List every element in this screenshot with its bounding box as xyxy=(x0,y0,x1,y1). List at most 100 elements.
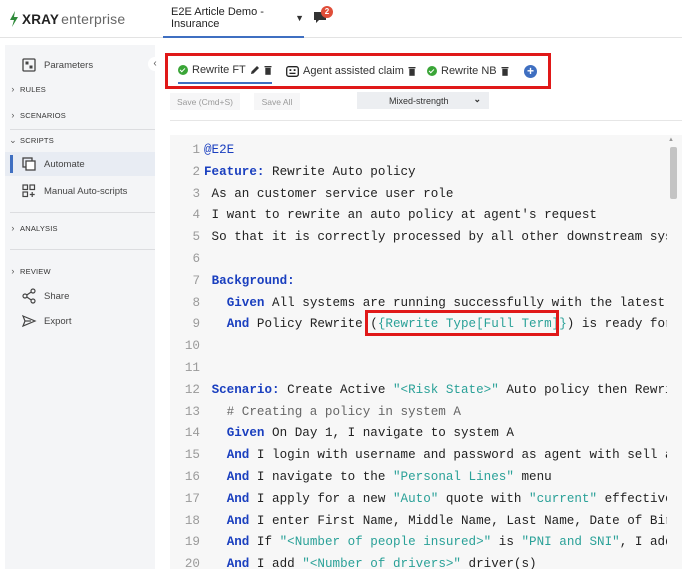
code-editor[interactable]: 20 And I add "<Number of drivers>" drive… xyxy=(170,135,682,569)
code-token: quote with xyxy=(438,491,530,506)
code-line[interactable]: 14 Given On Day 1, I navigate to system … xyxy=(170,423,682,443)
sidebar-section-rules[interactable]: › RULES xyxy=(5,83,155,95)
line-number: 8 xyxy=(192,295,200,310)
code-token: ) is ready for E2E xyxy=(566,317,682,332)
sidebar-item-manual-auto-scripts[interactable]: Manual Auto-scripts xyxy=(5,183,155,199)
sidebar-section-review[interactable]: › REVIEW xyxy=(5,265,155,277)
code-token: And xyxy=(226,317,250,332)
chevron-right-icon: › xyxy=(11,223,15,233)
code-token: Given xyxy=(226,426,265,441)
sidebar-item-automate[interactable]: Automate xyxy=(5,152,155,176)
sidebar-item-label: Automate xyxy=(44,158,85,170)
strength-select[interactable]: Mixed-strength ⌄ xyxy=(357,92,489,109)
add-tab-button[interactable]: + xyxy=(524,65,537,78)
tab-rewrite-nb[interactable]: Rewrite NB xyxy=(427,58,509,84)
chevron-down-icon: ⌄ xyxy=(9,134,17,145)
code-token: Background: xyxy=(211,273,295,288)
code-token: And xyxy=(226,448,250,463)
code-token: Auto policy then Rewrite xyxy=(498,382,682,397)
line-number: 9 xyxy=(192,317,200,332)
save-all-button[interactable]: Save All xyxy=(254,93,300,110)
code-token: I login with username and password as ag… xyxy=(256,448,682,463)
code-line[interactable]: 10 xyxy=(170,336,682,356)
code-token: "Personal Lines" xyxy=(392,470,514,484)
code-token: "<Risk State>" xyxy=(392,382,499,397)
code-token: I apply for a new xyxy=(249,491,393,506)
line-number: 1 xyxy=(192,143,200,157)
copy-icon xyxy=(22,157,36,171)
sidebar-item-export[interactable]: Export xyxy=(5,313,155,329)
code-line[interactable]: 18 And I enter First Name, Middle Name, … xyxy=(170,511,682,531)
code-text: @E2E xyxy=(204,140,234,160)
code-line[interactable]: 7 Background: xyxy=(170,271,682,291)
scrollbar[interactable] xyxy=(667,135,682,569)
tab-rewrite-ft[interactable]: Rewrite FT xyxy=(178,58,272,84)
line-number: 4 xyxy=(192,208,200,223)
line-number: 10 xyxy=(184,339,200,354)
trash-icon[interactable] xyxy=(264,65,272,75)
code-token: @E2E xyxy=(204,143,235,157)
line-number: 20 xyxy=(184,557,200,569)
trash-icon[interactable] xyxy=(501,66,509,76)
code-line[interactable]: 16 And I navigate to the "Personal Lines… xyxy=(170,467,682,487)
line-number: 18 xyxy=(184,513,200,528)
sidebar-item-share[interactable]: Share xyxy=(5,288,155,304)
code-token: And xyxy=(226,513,250,528)
code-line[interactable]: 1 @E2E xyxy=(170,140,682,160)
code-text: Background: xyxy=(204,271,295,291)
save-button[interactable]: Save (Cmd+S) xyxy=(170,93,240,110)
sidebar-item-label: Share xyxy=(44,290,70,302)
code-line[interactable]: 3 As an customer service user role xyxy=(170,184,682,204)
code-line[interactable]: 19 And If "<Number of people insured>" i… xyxy=(170,532,682,552)
tab-label: Rewrite FT xyxy=(192,64,246,76)
code-token: "current" xyxy=(529,491,598,506)
scrollbar-thumb[interactable] xyxy=(670,147,677,199)
parameters-icon xyxy=(22,58,36,72)
code-line[interactable]: 13 # Creating a policy in system A xyxy=(170,402,682,422)
active-indicator xyxy=(10,155,13,173)
tab-label: Agent assisted claim xyxy=(303,65,404,77)
collapse-sidebar-icon[interactable]: ‹ xyxy=(148,57,162,71)
code-line[interactable]: 5 So that it is correctly processed by a… xyxy=(170,227,682,247)
code-line[interactable]: 2 Feature: Rewrite Auto policy xyxy=(170,162,682,182)
code-token: So that it is correctly processed by all… xyxy=(204,230,682,245)
sidebar-section-scripts[interactable]: ⌄ SCRIPTS xyxy=(5,134,155,146)
sidebar-section-label: ANALYSIS xyxy=(20,223,58,233)
code-token: Create Active xyxy=(279,382,393,397)
trash-icon[interactable] xyxy=(408,66,416,76)
scroll-up-icon[interactable]: ▲ xyxy=(668,137,674,143)
code-token: "<Number of drivers>" xyxy=(302,557,461,569)
logo-text-light: enterprise xyxy=(61,11,126,27)
line-number: 14 xyxy=(184,426,200,441)
sidebar-section-analysis[interactable]: › ANALYSIS xyxy=(5,222,155,234)
code-line[interactable]: 6 xyxy=(170,249,682,269)
code-token: driver(s) xyxy=(461,557,537,569)
send-icon xyxy=(21,314,37,328)
sidebar-section-scenarios[interactable]: › SCENARIOS xyxy=(5,109,155,121)
code-token: Policy Rewrite ( xyxy=(249,317,378,332)
sidebar-item-parameters[interactable]: Parameters xyxy=(5,57,155,73)
code-line[interactable]: 11 xyxy=(170,358,682,378)
code-line[interactable]: 4 I want to rewrite an auto policy at ag… xyxy=(170,205,682,225)
code-line[interactable]: 17 And I apply for a new "Auto" quote wi… xyxy=(170,489,682,509)
line-number: 5 xyxy=(192,230,200,245)
code-token: If xyxy=(249,535,280,550)
tab-agent-assisted-claim[interactable]: Agent assisted claim xyxy=(286,58,416,84)
code-token: I want to rewrite an auto policy at agen… xyxy=(204,208,597,223)
code-text: Scenario: Create Active "<Risk State>" A… xyxy=(204,380,682,400)
notification-badge: 2 xyxy=(321,6,333,18)
line-number: 11 xyxy=(184,361,200,375)
code-line[interactable]: 12 Scenario: Create Active "<Risk State>… xyxy=(170,380,682,400)
project-dropdown[interactable]: E2E Article Demo - Insurance ▼ xyxy=(163,0,304,38)
code-line[interactable]: 20 And I add "<Number of drivers>" drive… xyxy=(170,554,682,569)
code-line[interactable]: 15 And I login with username and passwor… xyxy=(170,445,682,465)
parameter-highlight-annotation xyxy=(365,310,559,336)
sidebar-section-label: SCRIPTS xyxy=(20,135,54,145)
strength-value: Mixed-strength xyxy=(389,95,449,106)
edit-icon[interactable] xyxy=(250,65,260,75)
xray-logo[interactable]: XRAY enterprise xyxy=(8,10,125,28)
